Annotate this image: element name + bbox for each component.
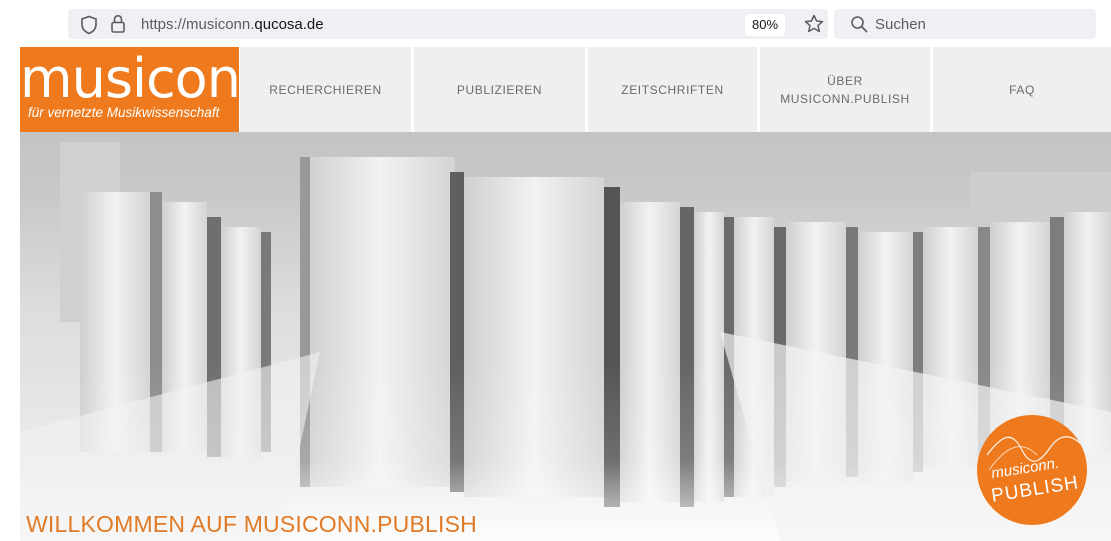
main-navigation: RECHERCHIEREN PUBLIZIEREN ZEITSCHRIFTEN …: [240, 47, 1111, 132]
browser-toolbar: https://musiconn.qucosa.de 80% Suchen: [0, 0, 1111, 44]
search-box[interactable]: [834, 9, 1096, 39]
tracking-protection-shield-icon[interactable]: [80, 15, 98, 35]
search-placeholder[interactable]: Suchen: [875, 16, 926, 33]
nav-label-line1: ÜBER: [827, 73, 863, 88]
bookmark-star-icon[interactable]: [803, 13, 825, 35]
nav-label: PUBLIZIEREN: [456, 82, 543, 97]
nav-item-recherchieren[interactable]: RECHERCHIEREN: [240, 47, 411, 132]
nav-item-zeitschriften[interactable]: ZEITSCHRIFTEN: [588, 47, 757, 132]
musiconn-publish-badge[interactable]: musiconn. PUBLISH: [977, 415, 1087, 525]
nav-label: RECHERCHIEREN: [269, 82, 382, 97]
search-icon: [851, 16, 868, 33]
lock-icon[interactable]: [110, 14, 126, 34]
welcome-heading: WILLKOMMEN AUF MUSICONN.PUBLISH: [26, 511, 477, 537]
nav-label: FAQ: [1009, 82, 1035, 97]
musiconn-logo[interactable]: musiconn für vernetzte Musikwissenschaft: [20, 47, 274, 132]
books-illustration: [20, 132, 1111, 541]
nav-label: ZEITSCHRIFTEN: [621, 82, 724, 97]
nav-item-publizieren[interactable]: PUBLIZIEREN: [414, 47, 585, 132]
hero-books-image: [20, 132, 1111, 541]
url-prefix: https://musiconn.: [141, 16, 255, 33]
logo-wordmark: musiconn: [20, 47, 274, 110]
zoom-level-button[interactable]: 80%: [745, 14, 785, 36]
nav-item-faq[interactable]: FAQ: [933, 47, 1111, 132]
url-domain: qucosa.de: [254, 16, 324, 33]
logo-tagline: für vernetzte Musikwissenschaft: [28, 105, 220, 120]
url-text[interactable]: https://musiconn.qucosa.de: [141, 16, 324, 33]
nav-label-line2: MUSICONN.PUBLISH: [780, 91, 910, 106]
nav-item-ueber[interactable]: ÜBER MUSICONN.PUBLISH: [760, 47, 930, 132]
